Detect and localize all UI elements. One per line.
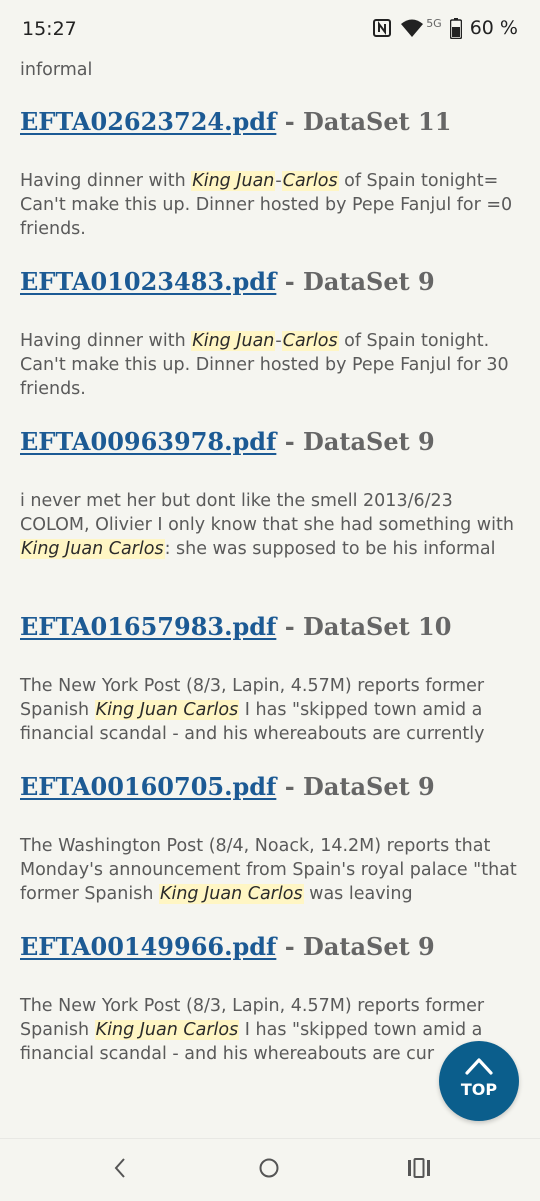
snippet-text: was leaving <box>303 884 413 904</box>
result-dataset: - DataSet 10 <box>276 612 452 641</box>
snippet-highlight: King Juan Carlos <box>20 539 165 559</box>
scroll-to-top-button[interactable]: TOP <box>439 1041 519 1121</box>
result-item: EFTA00149966.pdf - DataSet 9 The New York… <box>20 932 525 1066</box>
status-icons: 5G 60 % <box>372 17 518 39</box>
result-file-link[interactable]: EFTA00963978.pdf <box>20 427 276 456</box>
result-snippet: Having dinner with King Juan-Carlos of S… <box>20 169 525 241</box>
system-nav-bar <box>0 1138 540 1201</box>
result-snippet: Having dinner with King Juan-Carlos of S… <box>20 329 525 401</box>
result-dataset: - DataSet 9 <box>276 932 435 961</box>
result-title: EFTA00149966.pdf - DataSet 9 <box>20 932 525 961</box>
snippet-highlight: Carlos <box>281 331 339 351</box>
snippet-text: - <box>275 171 282 191</box>
result-item: EFTA02623724.pdf - DataSet 11 Having dinn… <box>20 107 525 241</box>
snippet-highlight: King Juan Carlos <box>94 1020 240 1040</box>
nfc-icon <box>373 19 392 37</box>
battery-percent: 60 % <box>469 17 518 39</box>
result-dataset: - DataSet 9 <box>276 427 435 456</box>
snippet-highlight: Carlos <box>281 171 339 191</box>
result-file-link[interactable]: EFTA00149966.pdf <box>20 932 276 961</box>
result-item: EFTA00963978.pdf - DataSet 9 i never met … <box>20 427 525 561</box>
result-title: EFTA02623724.pdf - DataSet 11 <box>20 107 525 136</box>
result-item: EFTA01657983.pdf - DataSet 10 The New Yor… <box>20 612 525 746</box>
result-snippet: The Washington Post (8/4, Noack, 14.2M) … <box>20 834 525 906</box>
snippet-highlight: King Juan <box>191 171 276 191</box>
wifi-icon <box>401 19 424 37</box>
result-dataset: - DataSet 9 <box>276 267 435 296</box>
result-item: EFTA00160705.pdf - DataSet 9 The Washingt… <box>20 772 525 906</box>
chevron-up-icon <box>465 1058 493 1075</box>
network-type: 5G <box>426 16 442 30</box>
status-time: 15:27 <box>22 18 77 40</box>
result-item: EFTA01023483.pdf - DataSet 9 Having dinne… <box>20 267 525 401</box>
snippet-highlight: King Juan Carlos <box>94 700 240 720</box>
result-title: EFTA00160705.pdf - DataSet 9 <box>20 772 525 801</box>
result-snippet: i never met her but dont like the smell … <box>20 489 525 561</box>
result-file-link[interactable]: EFTA01657983.pdf <box>20 612 276 641</box>
home-icon[interactable] <box>258 1157 280 1179</box>
snippet-highlight: King Juan <box>191 331 276 351</box>
result-file-link[interactable]: EFTA00160705.pdf <box>20 772 276 801</box>
snippet-text: Having dinner with <box>20 331 192 351</box>
result-snippet: The New York Post (8/3, Lapin, 4.57M) re… <box>20 674 525 746</box>
status-bar: 15:27 5G 60 % <box>0 0 540 58</box>
snippet-text: - <box>275 331 282 351</box>
partial-snippet: informal <box>20 60 93 80</box>
result-dataset: - DataSet 11 <box>276 107 452 136</box>
result-file-link[interactable]: EFTA01023483.pdf <box>20 267 276 296</box>
recents-icon[interactable] <box>407 1157 431 1179</box>
snippet-text: Having dinner with <box>20 171 192 191</box>
result-dataset: - DataSet 9 <box>276 772 435 801</box>
result-file-link[interactable]: EFTA02623724.pdf <box>20 107 276 136</box>
result-title: EFTA01657983.pdf - DataSet 10 <box>20 612 525 641</box>
back-icon[interactable] <box>113 1157 127 1179</box>
snippet-text: : she was supposed to be his informal <box>164 539 496 559</box>
snippet-text: i never met her but dont like the smell … <box>20 491 514 535</box>
result-title: EFTA00963978.pdf - DataSet 9 <box>20 427 525 456</box>
snippet-highlight: King Juan Carlos <box>159 884 304 904</box>
scroll-to-top-label: TOP <box>460 1080 498 1099</box>
result-title: EFTA01023483.pdf - DataSet 9 <box>20 267 525 296</box>
battery-icon <box>449 17 462 39</box>
